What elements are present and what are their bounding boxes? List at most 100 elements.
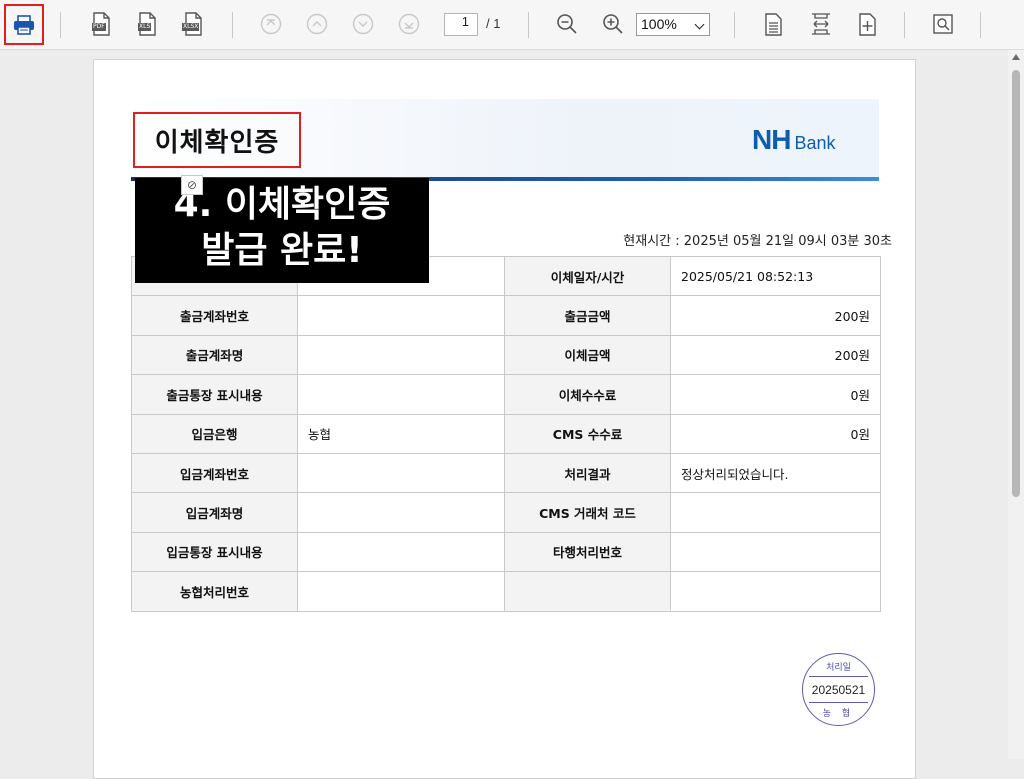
row-value: 2025/05/21 08:52:13	[670, 255, 881, 297]
stamp-label: 처리일	[826, 663, 851, 673]
zoom-in-button[interactable]	[598, 9, 628, 39]
next-page-button[interactable]	[348, 9, 378, 39]
vertical-scrollbar[interactable]	[1008, 50, 1024, 759]
row-label: 이체수수료	[504, 374, 671, 415]
row-value	[670, 531, 881, 573]
toolbar-separator	[528, 12, 529, 38]
row-label: 출금계좌명	[131, 334, 298, 376]
page-number-input[interactable]: 1	[444, 13, 478, 36]
row-label	[504, 571, 671, 612]
fit-width-button[interactable]	[806, 9, 836, 39]
scroll-up-icon[interactable]	[1012, 54, 1020, 60]
next-page-icon	[352, 13, 374, 35]
printer-icon	[14, 14, 34, 35]
table-row: 출금통장 표시내용 이체수수료 0원	[131, 374, 881, 415]
zoom-out-icon	[557, 14, 577, 34]
no-entry-icon: ⊘	[181, 175, 203, 195]
add-page-icon	[859, 13, 876, 36]
toolbar-separator	[980, 12, 981, 38]
row-value	[297, 452, 505, 494]
zoom-value: 100%	[641, 16, 677, 32]
last-page-button[interactable]	[394, 9, 424, 39]
fit-page-button[interactable]	[758, 9, 788, 39]
document-title: 이체확인증	[133, 112, 301, 168]
export-xlsx-button[interactable]: XLSX	[178, 9, 208, 39]
banner-line1: 4. 이체확인증	[173, 184, 391, 225]
toolbar-separator	[60, 12, 61, 38]
processing-stamp: 처리일 20250521 농 협	[802, 653, 875, 726]
row-value	[297, 295, 505, 336]
row-label: 농협처리번호	[131, 571, 298, 612]
table-row: 입금통장 표시내용 타행처리번호	[131, 531, 881, 573]
fit-page-icon	[765, 13, 782, 36]
row-value	[670, 571, 881, 612]
row-value: 0원	[670, 374, 881, 415]
row-value	[297, 492, 505, 533]
print-button[interactable]	[4, 4, 44, 45]
zoom-in-icon	[603, 14, 623, 34]
row-label: 입금은행	[131, 413, 298, 454]
viewer-toolbar: PDF XLS XLSX 1 / 1 100%	[0, 0, 1024, 50]
stamp-divider	[809, 702, 868, 703]
row-label: 출금계좌번호	[131, 295, 298, 336]
row-label: 이체일자/시간	[504, 255, 671, 297]
table-row: 입금은행 농협 CMS 수수료 0원	[131, 413, 881, 454]
row-label: CMS 수수료	[504, 413, 671, 454]
toolbar-separator	[734, 12, 735, 38]
row-label: 입금계좌명	[131, 492, 298, 533]
prev-page-button[interactable]	[302, 9, 332, 39]
row-value	[297, 531, 505, 573]
zoom-select[interactable]: 100%	[636, 13, 710, 36]
nh-bank-logo: NH Bank	[752, 124, 835, 156]
table-row: 입금계좌번호 처리결과 정상처리되었습니다.	[131, 452, 881, 494]
chevron-down-icon	[694, 19, 705, 30]
row-value	[297, 334, 505, 376]
row-label: 출금통장 표시내용	[131, 374, 298, 415]
stamp-bank: 농 협	[822, 709, 855, 719]
row-label: 출금금액	[504, 295, 671, 336]
first-page-button[interactable]	[256, 9, 286, 39]
first-page-icon	[260, 13, 282, 35]
pdf-tag: PDF	[92, 23, 106, 31]
table-row: 농협처리번호	[131, 571, 881, 612]
row-label: CMS 거래처 코드	[504, 492, 671, 533]
banner-line2: 발급 완료!	[201, 230, 363, 271]
row-value	[670, 492, 881, 533]
transfer-detail-table: 이체일자/시간 2025/05/21 08:52:13 출금계좌번호 출금금액 200원…	[131, 255, 881, 612]
row-label: 입금통장 표시내용	[131, 531, 298, 573]
export-pdf-button[interactable]: PDF	[86, 9, 116, 39]
prev-page-icon	[306, 13, 328, 35]
find-button[interactable]	[928, 9, 958, 39]
row-value: 200원	[670, 334, 881, 376]
row-label: 처리결과	[504, 452, 671, 494]
row-label: 타행처리번호	[504, 531, 671, 573]
xls-tag: XLS	[138, 23, 152, 31]
row-value: 0원	[670, 413, 881, 454]
table-row: 출금계좌명 이체금액 200원	[131, 334, 881, 376]
row-value	[297, 571, 505, 612]
xlsx-tag: XLSX	[182, 23, 200, 31]
completion-banner: 4. 이체확인증 발급 완료!	[135, 178, 429, 283]
logo-bank: Bank	[794, 133, 836, 153]
row-value: 정상처리되었습니다.	[670, 452, 881, 494]
row-value: 200원	[670, 295, 881, 336]
row-value: 농협	[297, 413, 505, 454]
toolbar-separator	[904, 12, 905, 38]
toolbar-separator	[232, 12, 233, 38]
logo-nh: NH	[752, 124, 791, 155]
zoom-out-button[interactable]	[552, 9, 582, 39]
current-time-text: 현재시간 : 2025년 05월 21일 09시 03분 30초	[623, 234, 892, 249]
table-row: 출금계좌번호 출금금액 200원	[131, 295, 881, 336]
fit-width-icon	[812, 13, 830, 35]
row-value	[297, 374, 505, 415]
find-icon	[933, 14, 953, 34]
table-row: 입금계좌명 CMS 거래처 코드	[131, 492, 881, 533]
last-page-icon	[398, 13, 420, 35]
row-label: 이체금액	[504, 334, 671, 376]
scroll-thumb[interactable]	[1012, 70, 1020, 497]
export-xls-button[interactable]: XLS	[132, 9, 162, 39]
stamp-divider	[809, 676, 868, 677]
row-label: 입금계좌번호	[131, 452, 298, 494]
add-page-button[interactable]	[852, 9, 882, 39]
stamp-date: 20250521	[811, 683, 866, 697]
